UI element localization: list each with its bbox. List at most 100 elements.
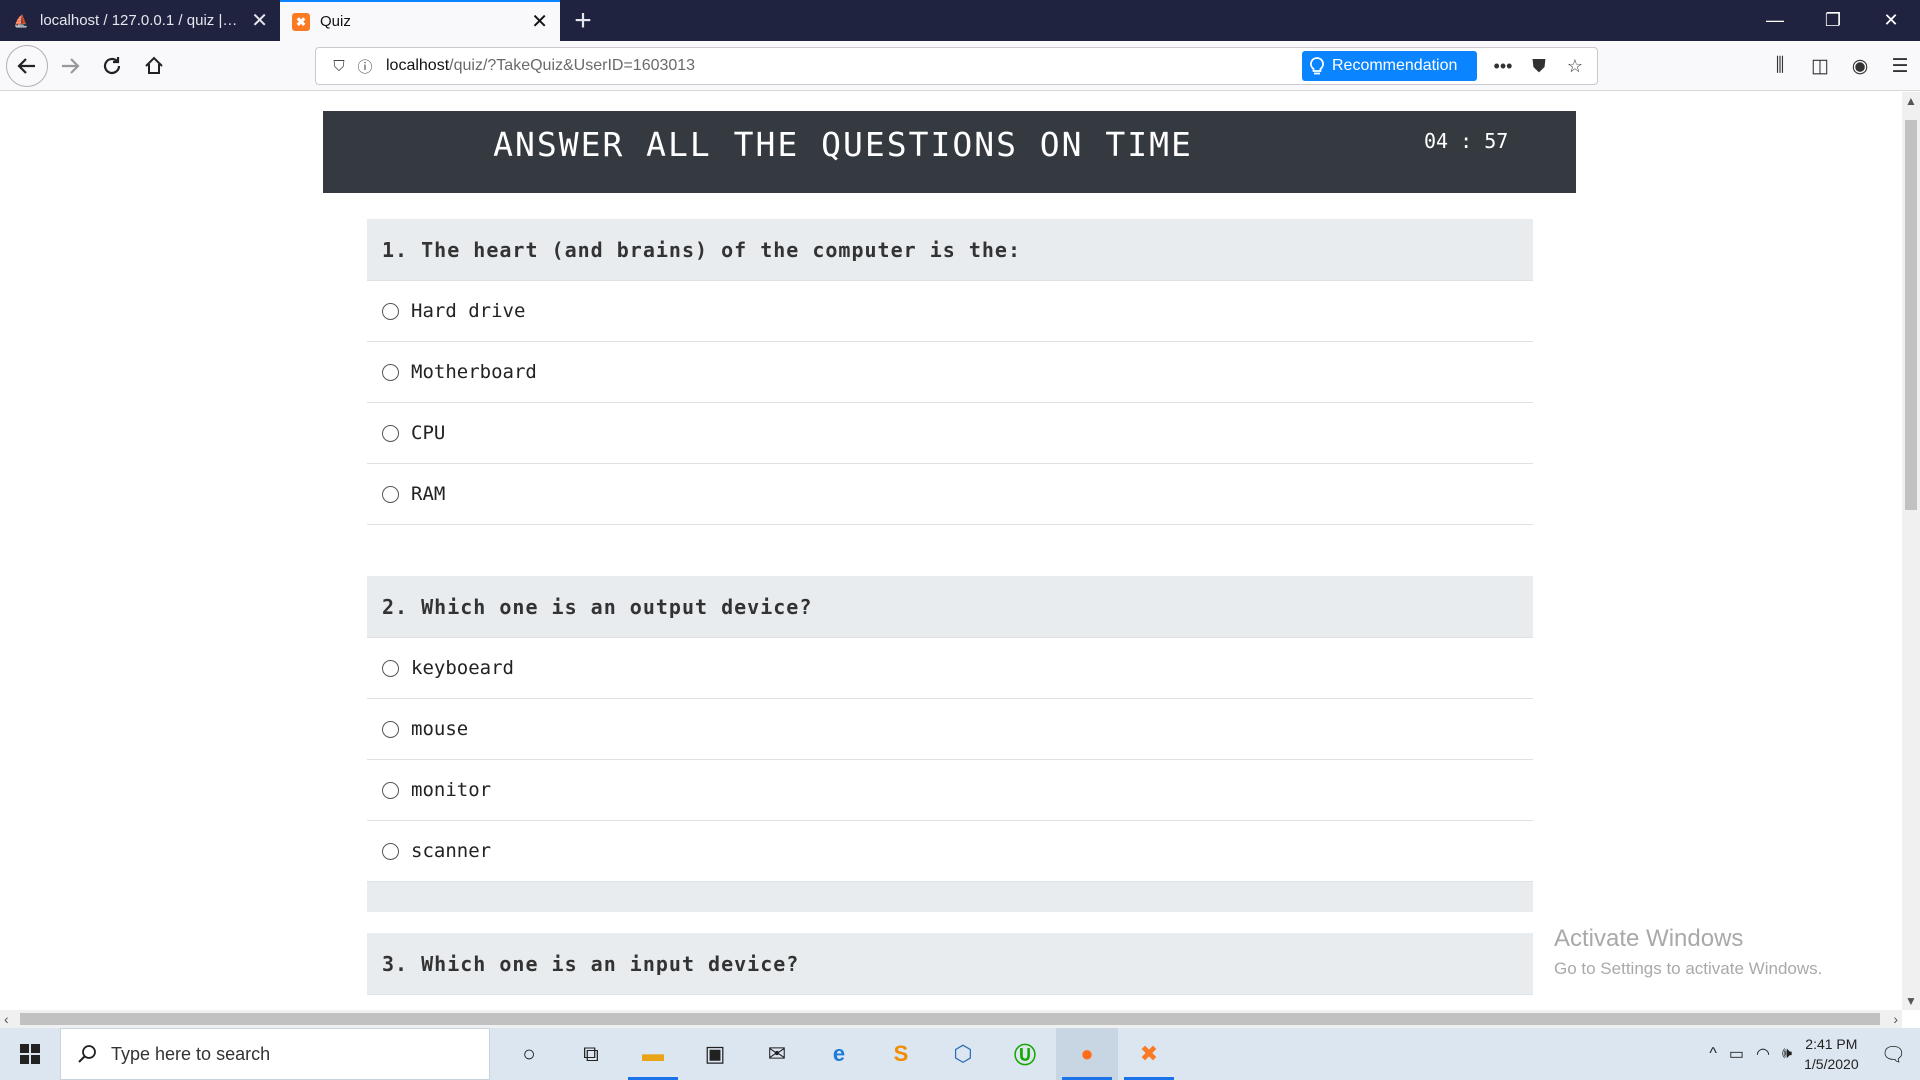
question-text: 2. Which one is an output device?	[367, 576, 1533, 638]
search-icon	[78, 1045, 96, 1063]
tab-phpmyadmin[interactable]: ⛵ localhost / 127.0.0.1 / quiz | php ✕	[0, 0, 280, 41]
radio-button[interactable]	[382, 424, 399, 442]
scroll-down-icon[interactable]: ▼	[1902, 994, 1920, 1008]
window-controls: — ❐ ✕	[1746, 0, 1920, 41]
answer-option[interactable]: Hard drive	[367, 281, 1533, 342]
quiz-banner: ANSWER ALL THE QUESTIONS ON TIME 04 : 57	[323, 111, 1576, 193]
radio-button[interactable]	[382, 302, 399, 320]
info-icon[interactable]: ⓘ	[352, 56, 378, 77]
answer-option[interactable]: mouse	[367, 699, 1533, 760]
virtualbox-icon[interactable]: ⬡	[932, 1028, 994, 1080]
cortana-icon[interactable]: ○	[498, 1028, 560, 1080]
notifications-icon[interactable]: 🗨	[1881, 1042, 1906, 1067]
forward-button[interactable]	[50, 46, 90, 86]
edge-icon[interactable]: e	[808, 1028, 870, 1080]
file-explorer-icon[interactable]: ▬	[622, 1028, 684, 1080]
option-label: monitor	[411, 779, 492, 801]
vertical-scrollbar[interactable]: ▲ ▼	[1902, 92, 1920, 1010]
answer-option[interactable]: CPU	[367, 403, 1533, 464]
taskbar-search[interactable]: Type here to search	[60, 1028, 490, 1080]
countdown-timer: 04 : 57	[1424, 129, 1509, 153]
option-label: RAM	[411, 483, 446, 505]
volume-icon[interactable]: 🕪	[1782, 1045, 1792, 1063]
tab-title: Quiz	[320, 13, 351, 30]
question-text: 1. The heart (and brains) of the compute…	[367, 219, 1533, 281]
home-icon	[145, 56, 163, 74]
clock[interactable]: 2:41 PM 1/5/2020	[1804, 1034, 1859, 1074]
scroll-thumb[interactable]	[1905, 120, 1917, 510]
url-bar[interactable]: ⛉ ⓘ localhost/quiz/?TakeQuiz&UserID=1603…	[315, 47, 1598, 85]
toolbar-right: ⫼ ◫ ◉ ☰	[1760, 41, 1920, 91]
tab-strip: ⛵ localhost / 127.0.0.1 / quiz | php ✕ ✖…	[0, 0, 1920, 41]
answer-option[interactable]: scanner	[367, 821, 1533, 882]
xampp-icon: ✖	[292, 12, 310, 31]
windows-logo-icon	[20, 1044, 40, 1064]
bookmark-star-icon[interactable]: ☆	[1559, 56, 1591, 77]
reload-button[interactable]	[92, 46, 132, 86]
sidebar-icon[interactable]: ◫	[1800, 55, 1840, 78]
more-actions-icon[interactable]: •••	[1487, 56, 1519, 77]
question-footer	[367, 882, 1533, 912]
upwork-icon[interactable]: Ⓤ	[994, 1028, 1056, 1080]
sublime-text-icon[interactable]: S	[870, 1028, 932, 1080]
close-icon[interactable]: ✕	[251, 11, 268, 31]
url-bar-actions: ••• ⛊ ☆	[1487, 48, 1591, 84]
firefox-icon[interactable]: ●	[1056, 1028, 1118, 1080]
taskbar-apps: ○ ⧉ ▬ ▣ ✉ e S ⬡ Ⓤ ● ✖	[498, 1028, 1180, 1080]
window-close-icon[interactable]: ✕	[1862, 0, 1920, 41]
pocket-icon[interactable]: ⛊	[1523, 56, 1555, 77]
question-card: 1. The heart (and brains) of the compute…	[367, 219, 1533, 525]
scroll-right-icon[interactable]: ›	[1893, 1010, 1898, 1028]
activate-windows-watermark: Activate Windows Go to Settings to activ…	[1554, 925, 1822, 979]
horizontal-scrollbar[interactable]: ‹ ›	[0, 1010, 1902, 1028]
back-button[interactable]	[6, 44, 48, 87]
chevron-up-icon[interactable]: ^	[1709, 1045, 1717, 1063]
recommendation-button[interactable]: Recommendation	[1302, 51, 1477, 81]
scroll-left-icon[interactable]: ‹	[4, 1010, 9, 1028]
answer-option[interactable]: RAM	[367, 464, 1533, 525]
watermark-title: Activate Windows	[1554, 925, 1744, 952]
new-tab-button[interactable]: +	[560, 0, 606, 41]
home-button[interactable]	[134, 46, 174, 86]
search-placeholder: Type here to search	[111, 1043, 271, 1064]
recommendation-label: Recommendation	[1332, 57, 1458, 74]
answer-option[interactable]: monitor	[367, 760, 1533, 821]
option-label: CPU	[411, 422, 446, 444]
answer-option[interactable]: keyboeard	[367, 638, 1533, 699]
url-text[interactable]: localhost/quiz/?TakeQuiz&UserID=1603013	[386, 57, 695, 75]
radio-button[interactable]	[382, 363, 399, 381]
radio-button[interactable]	[382, 720, 399, 738]
question-card: 2. Which one is an output device? keyboe…	[367, 576, 1533, 912]
library-icon[interactable]: ⫼	[1760, 55, 1800, 77]
question-card: 3. Which one is an input device?	[367, 933, 1533, 995]
battery-icon[interactable]: ▭	[1729, 1044, 1744, 1064]
tab-quiz[interactable]: ✖ Quiz ✕	[280, 0, 560, 41]
scroll-thumb[interactable]	[20, 1013, 1880, 1025]
option-label: mouse	[411, 718, 469, 740]
shield-icon[interactable]: ⛉	[326, 58, 352, 75]
back-arrow-icon	[17, 57, 35, 74]
scroll-up-icon[interactable]: ▲	[1902, 94, 1920, 108]
radio-button[interactable]	[382, 485, 399, 503]
restore-icon[interactable]: ❐	[1804, 0, 1862, 41]
wifi-icon[interactable]: ◠	[1756, 1044, 1770, 1064]
mail-icon[interactable]: ✉	[746, 1028, 808, 1080]
task-view-icon[interactable]: ⧉	[560, 1028, 622, 1080]
account-icon[interactable]: ◉	[1840, 55, 1880, 78]
radio-button[interactable]	[382, 842, 399, 860]
reload-icon	[103, 56, 121, 74]
page-viewport: ANSWER ALL THE QUESTIONS ON TIME 04 : 57…	[0, 92, 1902, 1010]
radio-button[interactable]	[382, 659, 399, 677]
minimize-icon[interactable]: —	[1746, 0, 1804, 41]
start-button[interactable]	[0, 1028, 60, 1080]
lightbulb-icon	[1310, 57, 1324, 75]
xampp-icon[interactable]: ✖	[1118, 1028, 1180, 1080]
navigation-bar: ⛉ ⓘ localhost/quiz/?TakeQuiz&UserID=1603…	[0, 41, 1920, 91]
store-icon[interactable]: ▣	[684, 1028, 746, 1080]
radio-button[interactable]	[382, 781, 399, 799]
close-icon[interactable]: ✕	[531, 12, 548, 32]
forward-arrow-icon	[62, 57, 80, 74]
answer-option[interactable]: Motherboard	[367, 342, 1533, 403]
option-label: keyboeard	[411, 657, 514, 679]
menu-icon[interactable]: ☰	[1880, 55, 1920, 78]
